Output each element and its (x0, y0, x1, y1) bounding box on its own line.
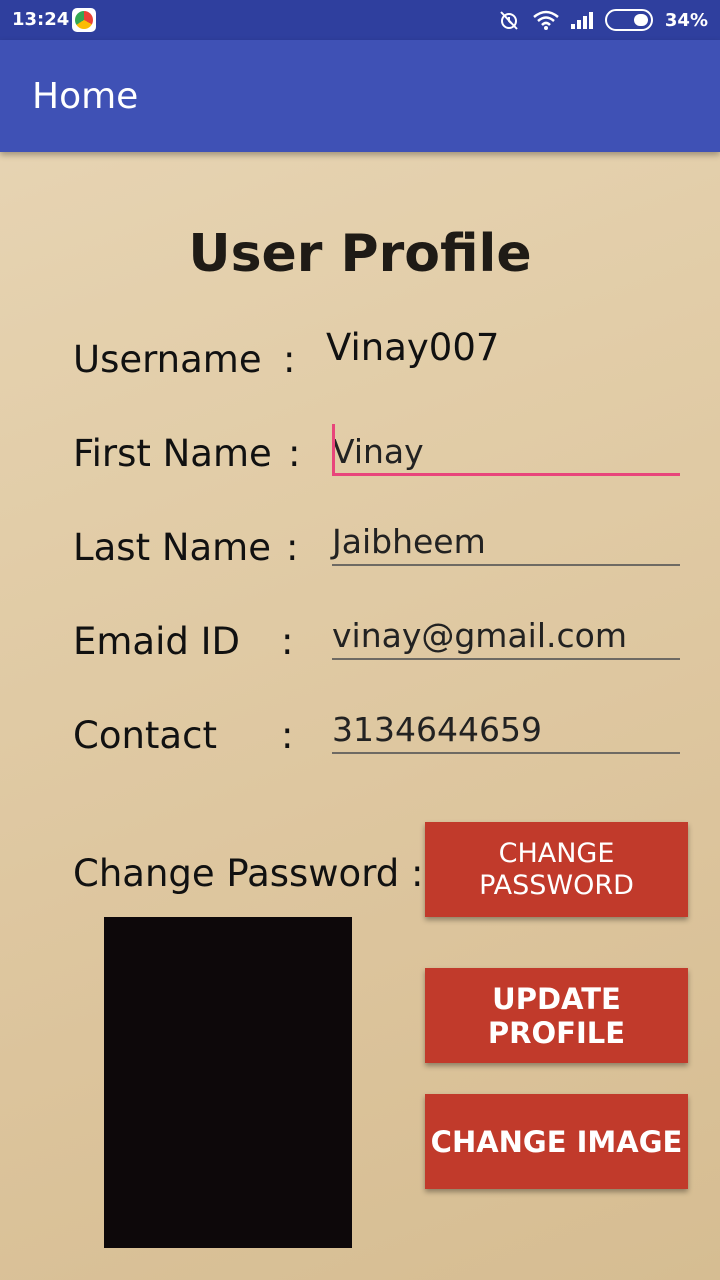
first-name-field[interactable]: Vinay (332, 424, 680, 476)
status-time: 13:24 (12, 9, 70, 30)
contact-colon: : (281, 714, 294, 757)
change-image-button[interactable]: CHANGE IMAGE (425, 1094, 688, 1189)
email-label: Emaid ID (73, 620, 241, 663)
last-name-colon: : (286, 526, 299, 569)
first-name-label: First Name (73, 432, 272, 475)
username-value: Vinay007 (326, 326, 500, 369)
contact-field[interactable]: 3134644659 (332, 710, 680, 754)
status-bar: 13:24 34% (0, 0, 720, 40)
username-label: Username (73, 338, 262, 381)
change-password-button[interactable]: CHANGE PASSWORD (425, 822, 688, 917)
battery-percent: 34% (664, 9, 708, 31)
toolbar-title: Home (32, 76, 139, 117)
wifi-icon (533, 10, 559, 30)
email-colon: : (281, 620, 294, 663)
last-name-field[interactable]: Jaibheem (332, 522, 680, 566)
email-field[interactable]: vinay@gmail.com (332, 616, 680, 660)
page-title: User Profile (188, 224, 532, 284)
profile-image (104, 917, 352, 1248)
last-name-label: Last Name (73, 526, 271, 569)
contact-label: Contact (73, 714, 217, 757)
alarm-off-icon (500, 11, 518, 30)
app-toolbar: Home (0, 40, 720, 152)
username-colon: : (283, 338, 296, 381)
update-profile-button[interactable]: UPDATE PROFILE (425, 968, 688, 1063)
battery-icon (604, 9, 653, 31)
app-icon (72, 8, 96, 32)
change-password-label: Change Password : (73, 852, 424, 895)
status-icons: 34% (497, 8, 708, 32)
signal-icon (570, 11, 593, 29)
first-name-colon: : (288, 432, 301, 475)
